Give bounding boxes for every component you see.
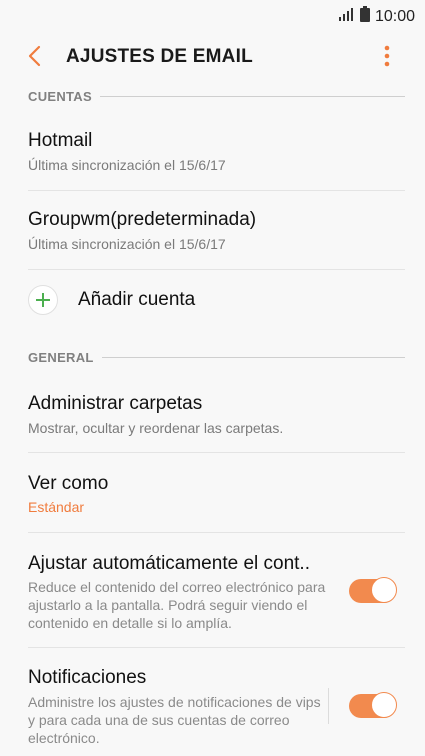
auto-fit-item[interactable]: Ajustar automáticamente el cont.. Reduce… <box>0 533 425 647</box>
status-time: 10:00 <box>374 7 415 25</box>
manage-folders-item[interactable]: Administrar carpetas Mostrar, ocultar y … <box>0 373 425 451</box>
manage-folders-title: Administrar carpetas <box>28 393 203 414</box>
manage-folders-subtitle: Mostrar, ocultar y reordenar las carpeta… <box>28 420 284 436</box>
account-name: Groupwm(predeterminada) <box>28 209 257 230</box>
section-header-accounts: CUENTAS <box>28 86 405 106</box>
auto-fit-toggle[interactable] <box>349 577 397 603</box>
auto-fit-description: Reduce el contenido del correo electróni… <box>28 579 326 631</box>
section-divider <box>101 356 405 358</box>
email-settings-screen: 10:00 AJUSTES DE EMAIL CUENTAS Hotmail Ú… <box>0 0 425 756</box>
status-bar: 10:00 <box>0 0 425 32</box>
account-item-hotmail[interactable]: Hotmail Última sincronización el 15/6/17 <box>0 112 425 190</box>
notifications-description: Administre los ajustes de notificaciones… <box>28 694 321 746</box>
back-button[interactable] <box>20 44 48 72</box>
add-icon <box>28 285 58 315</box>
add-account-label: Añadir cuenta <box>78 289 196 310</box>
account-item-groupwm[interactable]: Groupwm(predeterminada) Última sincroniz… <box>0 191 425 269</box>
page-title: AJUSTES DE EMAIL <box>66 46 253 67</box>
more-vertical-icon <box>384 45 390 72</box>
section-label-accounts: CUENTAS <box>28 88 92 104</box>
status-icons: 10:00 <box>338 6 415 27</box>
more-options-button[interactable] <box>375 44 399 72</box>
add-account-button[interactable]: Añadir cuenta <box>0 270 425 332</box>
view-as-title: Ver como <box>28 473 109 494</box>
notifications-toggle[interactable] <box>349 692 397 718</box>
section-header-general: GENERAL <box>28 347 405 367</box>
account-sync-status: Última sincronización el 15/6/17 <box>28 236 226 252</box>
account-sync-status: Última sincronización el 15/6/17 <box>28 157 226 173</box>
view-as-item[interactable]: Ver como Estándar <box>0 453 425 531</box>
signal-icon <box>338 7 355 26</box>
section-divider <box>99 95 405 97</box>
view-as-value: Estándar <box>28 499 85 515</box>
notifications-title: Notificaciones <box>28 667 147 688</box>
chevron-left-icon <box>27 45 41 72</box>
account-name: Hotmail <box>28 130 93 151</box>
toggle-knob <box>371 692 397 718</box>
toggle-knob <box>371 577 397 603</box>
battery-icon <box>359 6 370 27</box>
section-label-general: GENERAL <box>28 349 94 365</box>
vertical-divider <box>328 688 329 724</box>
app-bar: AJUSTES DE EMAIL <box>0 32 425 84</box>
notifications-item[interactable]: Notificaciones Administre los ajustes de… <box>0 648 425 756</box>
auto-fit-title: Ajustar automáticamente el cont.. <box>28 553 310 574</box>
